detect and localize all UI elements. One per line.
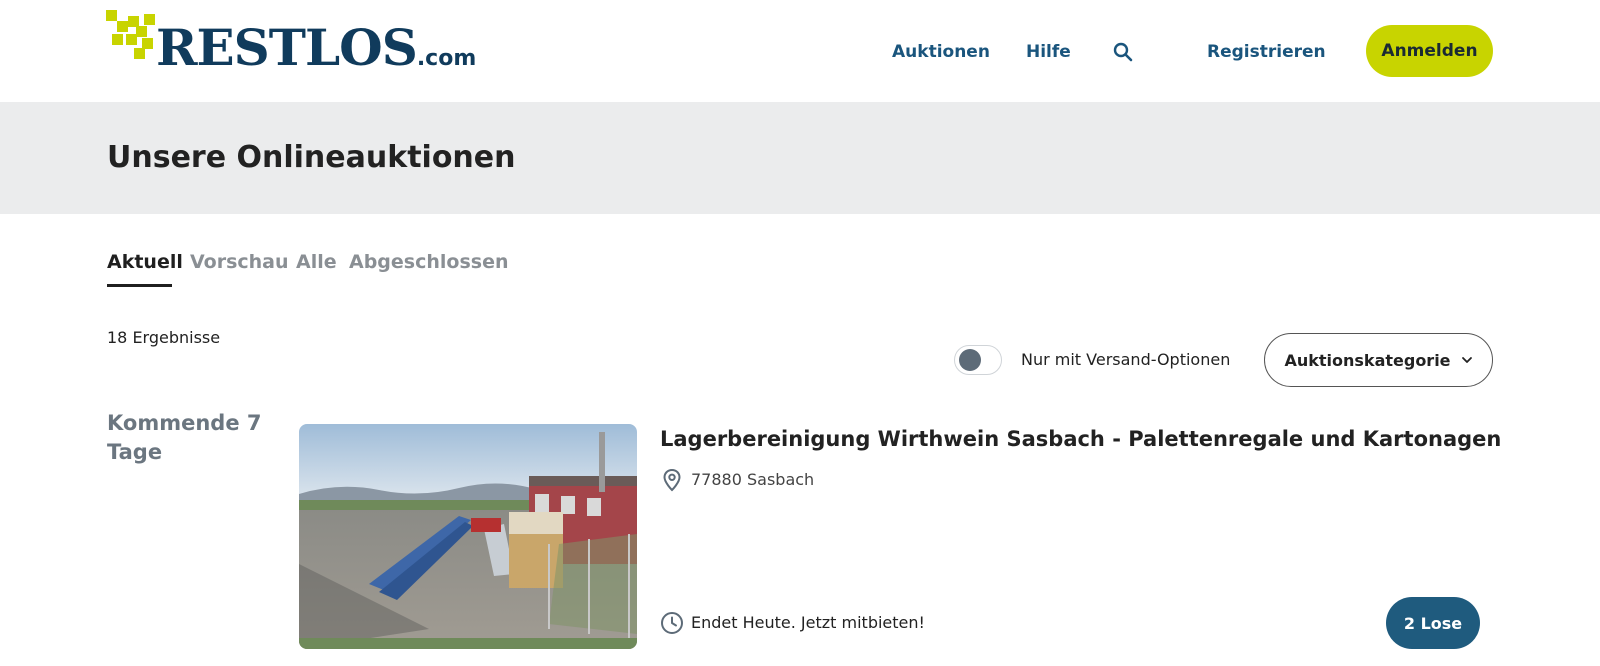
tab-vorschau[interactable]: Vorschau [190,249,289,275]
auction-image[interactable] [299,424,637,649]
shipping-toggle-label[interactable]: Nur mit Versand-Optionen [1021,349,1230,371]
shipping-toggle[interactable] [954,345,1002,375]
page-title: Unsere Onlineauktionen [107,140,516,175]
active-tab-indicator [107,284,172,287]
site-header: RESTLOS.com Auktionen Hilfe Registrieren… [0,0,1600,102]
lots-button[interactable]: 2 Lose [1386,597,1480,649]
logo-wordmark: RESTLOS.com [156,18,477,77]
chevron-down-icon [1461,357,1472,363]
tab-alle[interactable]: Alle [296,249,337,275]
auction-title[interactable]: Lagerbereinigung Wirthwein Sasbach - Pal… [660,424,1501,454]
tab-aktuell[interactable]: Aktuell [107,249,183,275]
results-count: 18 Ergebnisse [107,328,221,347]
group-label: Kommende 7 Tage [107,411,262,464]
anmelden-button[interactable]: Anmelden [1366,25,1493,77]
auction-location: 77880 Sasbach [691,470,815,489]
nav-hilfe[interactable]: Hilfe [1026,40,1071,64]
location-pin-icon [663,468,681,492]
search-icon[interactable] [1112,41,1134,63]
toggle-knob [959,349,981,371]
auction-end-status: Endet Heute. Jetzt mitbieten! [691,613,925,632]
tab-abgeschlossen[interactable]: Abgeschlossen [349,249,509,275]
auction-photo [299,424,637,649]
nav-registrieren[interactable]: Registrieren [1207,40,1326,64]
category-dropdown-label: Auktionskategorie [1284,350,1451,370]
restlos-logo[interactable]: RESTLOS.com [106,10,476,76]
nav-auktionen[interactable]: Auktionen [892,40,990,64]
category-dropdown-button[interactable]: Auktionskategorie [1264,333,1493,387]
clock-icon [661,612,683,634]
